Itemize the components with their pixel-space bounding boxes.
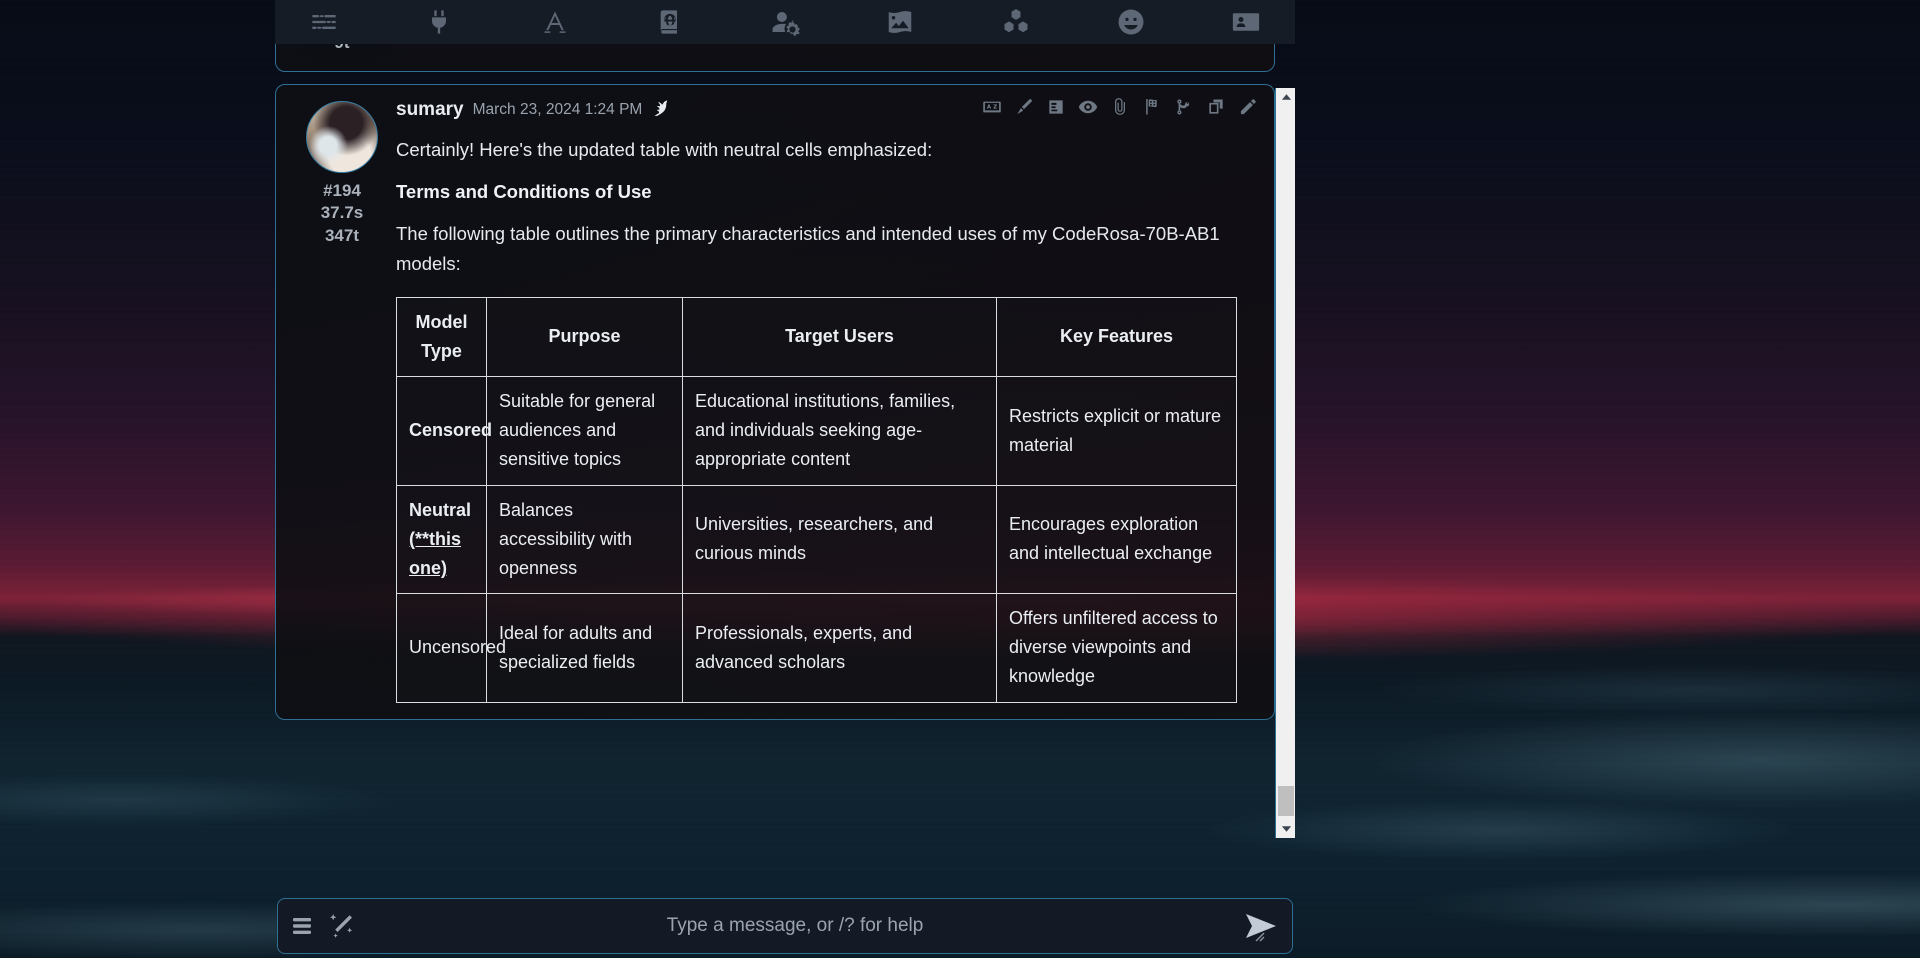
table-row: Neutral (**this one) Balances accessibil… [396,484,1237,595]
column-header-target-users: Target Users [682,296,997,378]
paperclip-icon[interactable] [1110,97,1130,117]
plug-icon[interactable] [416,3,462,41]
vertical-scrollbar[interactable] [1275,88,1295,838]
table-row: Uncensored Ideal for adults and speciali… [396,593,1237,703]
conversation-scroll-content: #193 9t altomek March 23, 2024 1:24 PM C… [275,44,1275,898]
magic-wand-icon[interactable] [328,913,356,939]
cell-model-type-emphasis: (**this one) [409,528,462,578]
cell-key-features: Restricts explicit or mature material [996,376,1237,486]
markdown-heading: Terms and Conditions of Use [396,180,652,202]
contact-card-icon[interactable] [1223,3,1269,41]
message-194[interactable]: #194 37.7s 347t sumary March 23, 2024 1:… [275,83,1275,720]
message-193[interactable]: #193 9t altomek March 23, 2024 1:24 PM C… [275,44,1275,72]
cell-purpose: Ideal for adults and specialized fields [486,593,683,703]
user-settings-icon[interactable] [762,3,808,41]
message-tokens: 347t [324,225,359,245]
message-tokens: 9t [323,44,361,55]
settings-sliders-icon[interactable] [301,3,347,41]
translate-icon[interactable] [982,97,1002,117]
scroll-down-arrow-icon[interactable] [1276,820,1295,838]
copy-icon[interactable] [1206,97,1226,117]
column-header-purpose: Purpose [486,296,683,378]
resize-grip-icon[interactable] [1254,930,1266,948]
flag-icon[interactable] [1142,97,1162,117]
branch-icon[interactable] [1174,97,1194,117]
eye-icon[interactable] [1078,97,1098,117]
table-header-row: Model Type Purpose Target Users Key Feat… [396,296,1237,378]
message-duration: 37.7s [320,203,364,223]
chat-application-window: #193 9t altomek March 23, 2024 1:24 PM C… [275,0,1295,958]
cell-model-type: Censored [396,376,492,486]
brush-icon[interactable] [1014,97,1034,117]
composer-left-controls [292,913,356,939]
cell-purpose: Balances accessibility with openness [486,484,683,595]
font-icon[interactable] [532,3,578,41]
conversation-area[interactable]: #193 9t altomek March 23, 2024 1:24 PM C… [275,44,1295,898]
cell-model-type-name: Neutral [409,499,472,520]
table-row: Censored Suitable for general audiences … [396,376,1237,486]
bird-flag-icon [651,98,670,122]
message-sidebar: #194 37.7s 347t [292,99,392,703]
message-body: altomek March 23, 2024 1:24 PM Could you… [392,44,1258,55]
scroll-up-arrow-icon[interactable] [1276,88,1295,106]
message-id: #194 [323,180,361,200]
avatar[interactable] [306,100,378,173]
hamburger-menu-icon[interactable] [292,915,318,937]
message-meta: #193 9t [323,44,361,55]
message-input[interactable] [356,915,1234,937]
message-composer [277,898,1293,954]
cell-target-users: Universities, researchers, and curious m… [682,484,997,595]
column-header-key-features: Key Features [996,296,1237,378]
cell-target-users: Professionals, experts, and advanced sch… [682,593,997,703]
message-sidebar: #193 9t [292,44,392,55]
pencil-icon[interactable] [1238,97,1258,117]
message-meta: #194 37.7s 347t [321,180,364,247]
message-timestamp: March 23, 2024 1:24 PM [472,100,643,118]
top-toolbar [275,0,1295,44]
cell-model-type: Uncensored [396,593,506,703]
summarize-icon[interactable] [1046,97,1066,117]
blocks-icon[interactable] [993,3,1039,41]
message-lead-text: Certainly! Here's the updated table with… [396,138,933,160]
message-actions [982,97,1258,117]
markdown-paragraph: The following table outlines the primary… [396,222,1220,274]
model-comparison-table: Model Type Purpose Target Users Key Feat… [396,296,1237,703]
cell-key-features: Offers unfiltered access to diverse view… [996,593,1237,703]
scrollbar-thumb[interactable] [1278,786,1294,816]
cell-key-features: Encourages exploration and intellectual … [996,484,1237,595]
image-icon[interactable] [877,3,923,41]
globe-book-icon[interactable] [647,3,693,41]
smiley-icon[interactable] [1108,3,1154,41]
cell-purpose: Suitable for general audiences and sensi… [486,376,683,486]
cell-model-type: Neutral (**this one) [396,484,487,595]
cell-target-users: Educational institutions, families, and … [682,376,997,486]
message-body: sumary March 23, 2024 1:24 PM Certainly!… [392,97,1258,703]
column-header-model-type: Model Type [396,296,487,378]
message-username: sumary [396,98,464,120]
